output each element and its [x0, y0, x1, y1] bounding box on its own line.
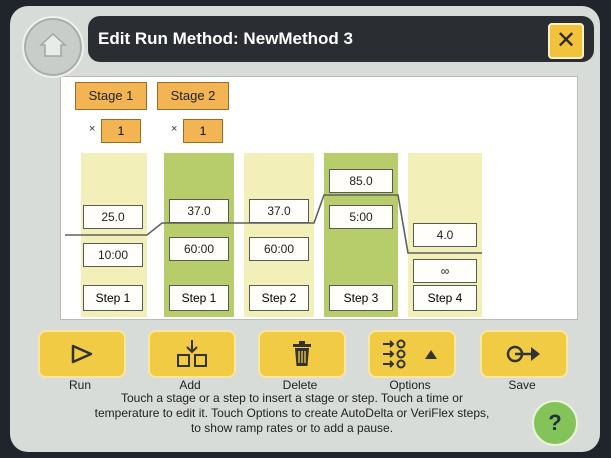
save-button[interactable]	[480, 330, 568, 378]
save-label: Save	[508, 378, 536, 392]
help-text: Touch a stage or a step to insert a stag…	[94, 391, 490, 435]
delete-button[interactable]	[258, 330, 346, 378]
close-icon: ✕	[555, 27, 577, 54]
insert-icon	[177, 340, 207, 367]
home-button[interactable]	[22, 16, 84, 78]
trash-icon	[293, 341, 311, 366]
delete-label: Delete	[282, 378, 318, 392]
step-4-temperature[interactable]: 85.0	[329, 169, 393, 193]
run-button[interactable]	[38, 330, 126, 378]
run-label: Run	[68, 378, 91, 392]
touch-screen: Edit Run Method: NewMethod 3 ✕ Stage 1 S…	[10, 6, 600, 452]
add-label: Add	[179, 378, 201, 392]
close-button[interactable]: ✕	[548, 23, 584, 59]
step-5-time[interactable]: ∞	[413, 259, 477, 283]
step-1-label[interactable]: Step 1	[83, 285, 143, 311]
options-label: Options	[389, 378, 431, 392]
options-icon	[383, 339, 437, 369]
step-4-label[interactable]: Step 3	[329, 285, 393, 311]
step-3-time[interactable]: 60:00	[249, 237, 309, 261]
title-bar: Edit Run Method: NewMethod 3 ✕	[88, 16, 594, 62]
help-button[interactable]: ?	[532, 400, 578, 446]
step-2-label[interactable]: Step 1	[169, 285, 229, 311]
run-method-editor: Stage 1 Stage 2 × 1 × 1 25.0 10:00 Step …	[60, 76, 578, 320]
step-3-temperature[interactable]: 37.0	[249, 199, 309, 223]
page-title: Edit Run Method: NewMethod 3	[98, 29, 353, 48]
help-icon: ?	[548, 410, 562, 435]
step-3-label[interactable]: Step 2	[249, 285, 309, 311]
temperature-profile-line	[65, 194, 482, 254]
step-4-time[interactable]: 5:00	[329, 205, 393, 229]
home-icon	[39, 32, 67, 57]
step-1-time[interactable]: 10:00	[83, 243, 143, 267]
step-2-temperature[interactable]: 37.0	[169, 199, 229, 223]
options-button[interactable]	[368, 330, 456, 378]
step-5-temperature[interactable]: 4.0	[413, 223, 477, 247]
add-button[interactable]	[148, 330, 236, 378]
save-arrow-icon	[506, 345, 540, 363]
play-icon	[71, 344, 93, 364]
step-5-label[interactable]: Step 4	[413, 285, 477, 311]
step-1-temperature[interactable]: 25.0	[83, 205, 143, 229]
step-2-time[interactable]: 60:00	[169, 237, 229, 261]
